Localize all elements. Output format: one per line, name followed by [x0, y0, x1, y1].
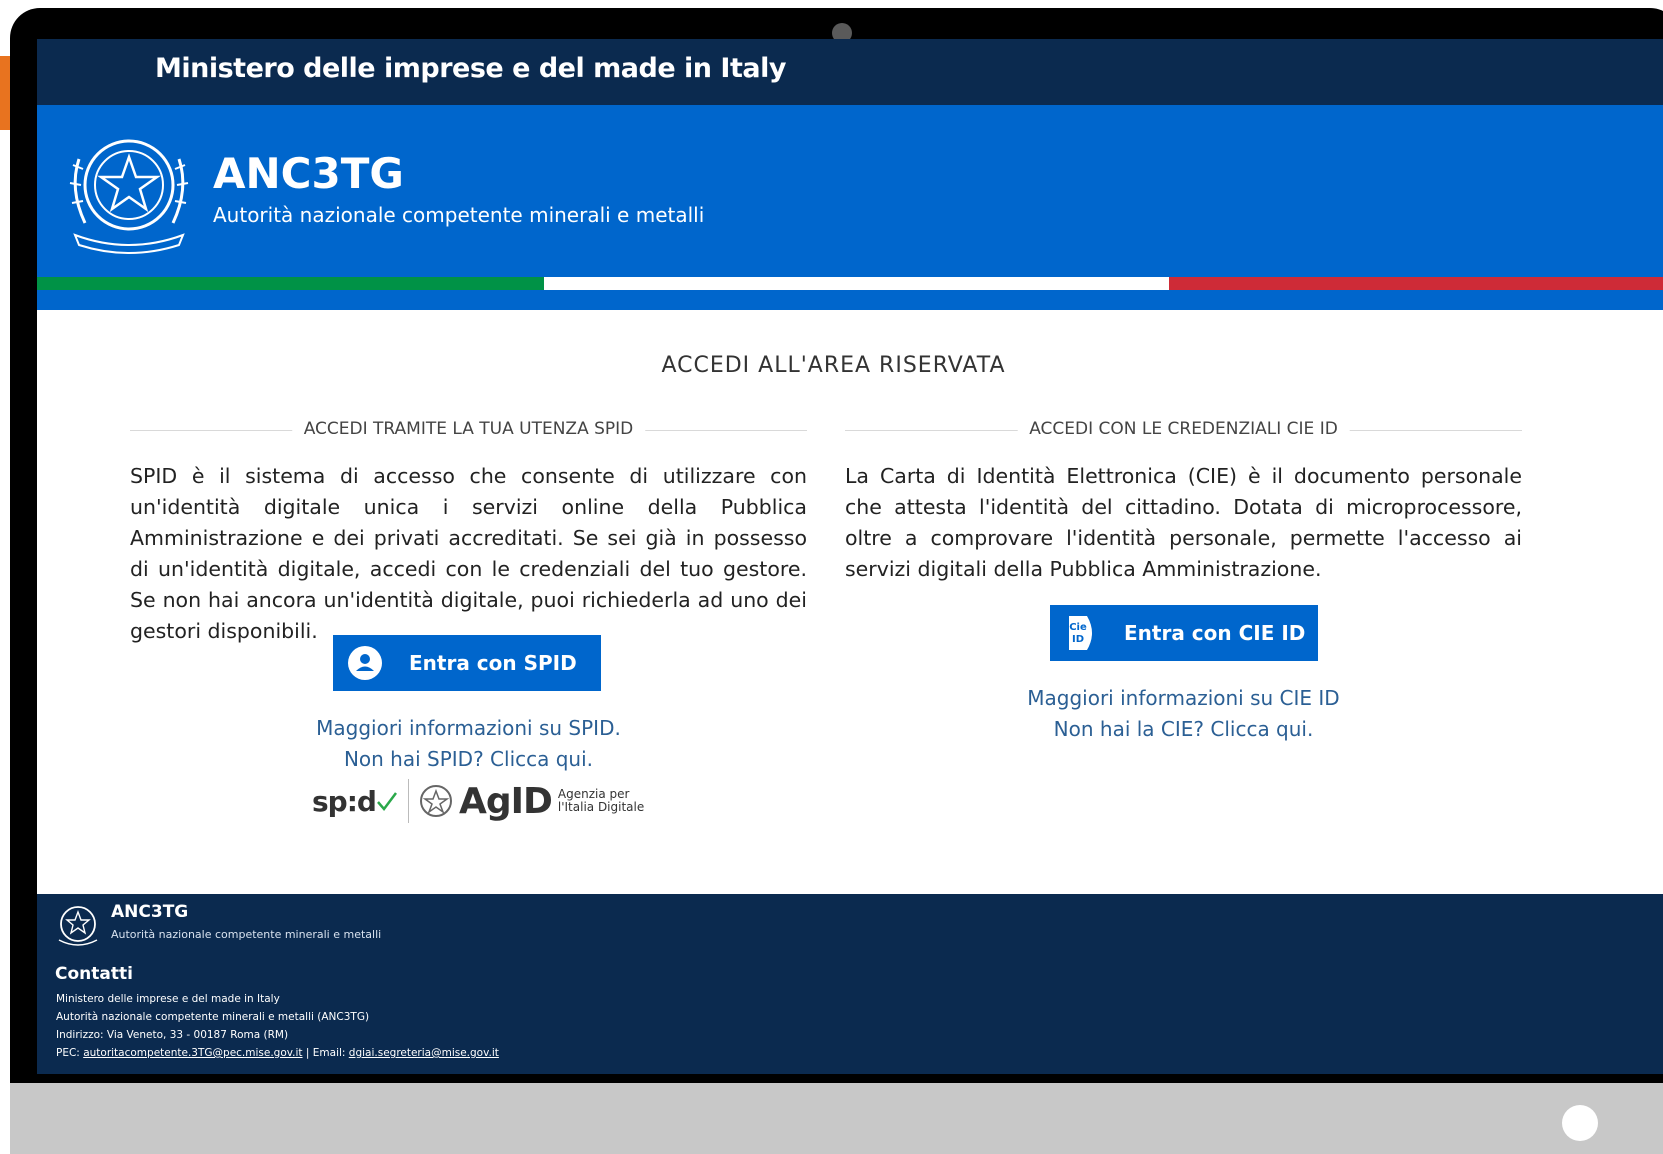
cie-register-link[interactable]: Non hai la CIE? Clicca qui.: [845, 714, 1522, 745]
cie-description: La Carta di Identità Elettronica (CIE) è…: [845, 464, 1522, 581]
spid-agid-logos: sp:d AgID Agenzia per l'Italia Digitale: [312, 779, 644, 823]
flag-red: [1169, 277, 1663, 290]
footer-line-emails: PEC: autoritacompetente.3TG@pec.mise.gov…: [56, 1044, 499, 1062]
cie-heading-label: ACCEDI CON LE CREDENZIALI CIE ID: [1017, 419, 1350, 439]
footer-contacts-title: Contatti: [55, 964, 133, 984]
page-title: ACCEDI ALL'AREA RISERVATA: [661, 353, 1006, 378]
app-name[interactable]: ANC3TG: [213, 149, 404, 198]
agid-emblem-icon: [419, 785, 452, 817]
footer-app-name: ANC3TG: [111, 902, 189, 922]
republic-emblem-icon: [69, 139, 189, 254]
footer-emblem-icon: [58, 906, 98, 946]
footer-app-subtitle: Autorità nazionale competente minerali e…: [111, 928, 382, 941]
spid-heading: ACCEDI TRAMITE LA TUA UTENZA SPID: [130, 419, 807, 441]
cie-icon-top: Cie: [1069, 622, 1087, 633]
app-subtitle: Autorità nazionale competente minerali e…: [213, 203, 705, 227]
user-icon: [333, 646, 397, 680]
footer-line-authority: Autorità nazionale competente minerali e…: [56, 1011, 370, 1023]
cie-info-link[interactable]: Maggiori informazioni su CIE ID: [845, 683, 1522, 714]
ministry-bar: Ministero delle imprese e del made in It…: [37, 39, 1663, 105]
spid-login-label: Entra con SPID: [409, 651, 577, 675]
email-link[interactable]: dgiai.segreteria@mise.gov.it: [349, 1047, 499, 1059]
ministry-title[interactable]: Ministero delle imprese e del made in It…: [155, 53, 786, 84]
cie-section: ACCEDI CON LE CREDENZIALI CIE ID La Cart…: [845, 419, 1522, 759]
cie-id-icon: Cie ID: [1050, 614, 1114, 652]
spid-logo: sp:d: [312, 784, 377, 818]
footer-contacts: Ministero delle imprese e del made in It…: [56, 990, 499, 1062]
footer-line-address: Indirizzo: Via Veneto, 33 - 00187 Roma (…: [56, 1029, 289, 1041]
laptop-bezel: [10, 1083, 1663, 1154]
cie-login-button[interactable]: Cie ID Entra con CIE ID: [1050, 605, 1318, 661]
pec-email-link[interactable]: autoritacompetente.3TG@pec.mise.gov.it: [83, 1047, 302, 1059]
browser-screen: Ministero delle imprese e del made in It…: [37, 39, 1663, 1074]
site-header: ANC3TG Autorità nazionale competente min…: [37, 105, 1663, 310]
check-icon: [377, 792, 397, 811]
cie-heading: ACCEDI CON LE CREDENZIALI CIE ID: [845, 419, 1522, 441]
logo-separator: [407, 779, 409, 823]
flag-green: [37, 277, 544, 290]
agid-caption-line2: l'Italia Digitale: [557, 800, 645, 814]
spid-login-button[interactable]: Entra con SPID: [333, 635, 601, 691]
site-footer: ANC3TG Autorità nazionale competente min…: [37, 894, 1663, 1074]
footer-line-ministry: Ministero delle imprese e del made in It…: [56, 993, 280, 1005]
spid-description: SPID è il sistema di accesso che consent…: [130, 464, 807, 643]
spid-info-link[interactable]: Maggiori informazioni su SPID.: [130, 713, 807, 744]
pec-label: PEC:: [56, 1047, 80, 1059]
home-button-icon: [1562, 1105, 1598, 1141]
agid-caption: Agenzia per l'Italia Digitale: [558, 788, 644, 814]
cie-icon-bottom: ID: [1072, 634, 1084, 645]
spid-section: ACCEDI TRAMITE LA TUA UTENZA SPID SPID è…: [130, 419, 807, 849]
agid-logo: AgID: [458, 780, 553, 822]
spid-links: Maggiori informazioni su SPID. Non hai S…: [130, 713, 807, 775]
email-label: | Email:: [305, 1047, 346, 1059]
laptop-frame: Ministero delle imprese e del made in It…: [10, 8, 1663, 1154]
flag-white: [544, 277, 1169, 290]
italian-flag-stripe: [37, 277, 1663, 290]
spid-register-link[interactable]: Non hai SPID? Clicca qui.: [130, 744, 807, 775]
cie-links: Maggiori informazioni su CIE ID Non hai …: [845, 683, 1522, 745]
spid-heading-label: ACCEDI TRAMITE LA TUA UTENZA SPID: [291, 419, 646, 439]
cie-login-label: Entra con CIE ID: [1124, 621, 1306, 645]
